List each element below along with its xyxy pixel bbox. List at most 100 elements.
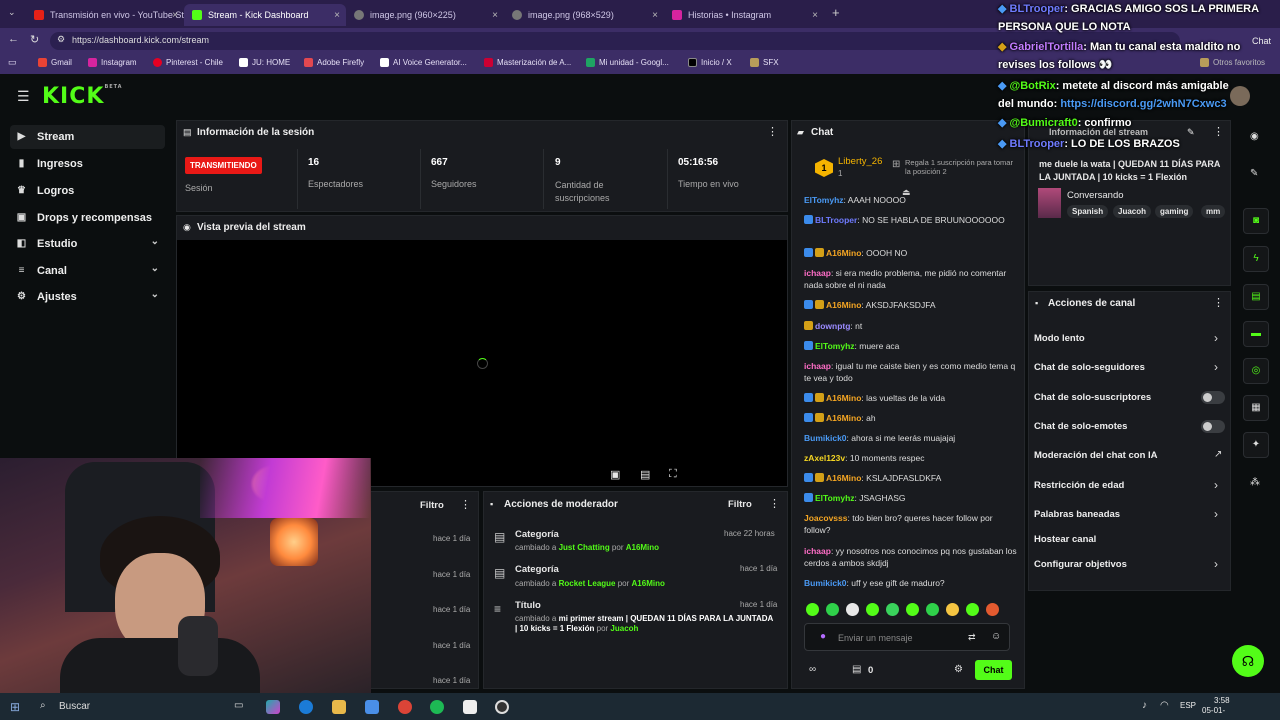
tab-image-2[interactable]: image.png (968×529) ×: [504, 4, 664, 26]
share-icon[interactable]: ⁂: [1250, 477, 1260, 488]
sidebar-item-stream[interactable]: ▶ Stream: [10, 125, 165, 149]
channel-action-slow-mode[interactable]: Modo lento: [1034, 333, 1224, 344]
external-link-icon[interactable]: ↗: [1214, 449, 1222, 460]
tab-youtube[interactable]: Transmisión en vivo - YouTube St... ×: [26, 4, 184, 26]
channel-action-goals[interactable]: Configurar objetivos: [1034, 559, 1224, 570]
channel-action-followers-only[interactable]: Chat de solo-seguidores: [1034, 362, 1224, 373]
wifi-icon[interactable]: ◠: [1160, 700, 1169, 711]
new-tab-button[interactable]: +: [832, 5, 840, 20]
quick-action-camera-icon[interactable]: ◙: [1243, 208, 1269, 234]
quick-action-layout-icon[interactable]: ▦: [1243, 395, 1269, 421]
translate-icon[interactable]: ⇄: [968, 632, 976, 643]
emote-icon[interactable]: [866, 603, 879, 616]
search-icon[interactable]: ⌕: [40, 700, 46, 711]
close-tab-icon[interactable]: ×: [652, 10, 658, 21]
emote-icon[interactable]: [946, 603, 959, 616]
emote-icon[interactable]: ☺: [991, 631, 1001, 642]
more-options-icon[interactable]: ⋮: [460, 498, 471, 511]
taskbar-app-spotify-icon[interactable]: [430, 700, 444, 714]
quick-action-tools-icon[interactable]: ✦: [1243, 432, 1269, 458]
channel-action-banned-words[interactable]: Palabras baneadas: [1034, 509, 1224, 520]
send-chat-button[interactable]: Chat: [975, 660, 1012, 680]
sidebar-item-estudio[interactable]: ◧ Estudio ⌄: [10, 232, 165, 256]
bookmark-gmail[interactable]: Gmail: [38, 58, 72, 67]
quick-action-chat-icon[interactable]: ▬: [1243, 321, 1269, 347]
channel-action-ai-moderation[interactable]: Moderación del chat con IA: [1034, 450, 1224, 461]
channel-action-emotes-only[interactable]: Chat de solo-emotes: [1034, 421, 1224, 432]
close-tab-icon[interactable]: ×: [812, 10, 818, 21]
quick-action-broadcast-icon[interactable]: ◎: [1243, 358, 1269, 384]
subs-only-toggle[interactable]: [1201, 391, 1225, 404]
volume-icon[interactable]: ♪: [1142, 700, 1147, 711]
close-tab-icon[interactable]: ×: [172, 10, 178, 21]
kick-logo[interactable]: KICKBETA: [42, 84, 123, 109]
windows-start-icon[interactable]: ⊞: [10, 700, 20, 714]
reload-icon[interactable]: ↻: [30, 33, 39, 46]
activity-filter-button[interactable]: Filtro: [420, 500, 444, 511]
edit-icon[interactable]: ✎: [1250, 168, 1258, 179]
emote-icon[interactable]: [846, 603, 859, 616]
support-button[interactable]: ☊: [1232, 645, 1264, 677]
mic-icon[interactable]: ●: [820, 631, 826, 642]
taskbar-app-explorer-icon[interactable]: [332, 700, 346, 714]
taskbar-app-copilot-icon[interactable]: [266, 700, 280, 714]
more-options-icon[interactable]: ⋮: [767, 125, 778, 138]
bookmark-pinterest[interactable]: Pinterest - Chile: [153, 58, 223, 67]
taskbar-search[interactable]: Buscar: [59, 701, 90, 712]
lang-indicator[interactable]: ESP: [1180, 701, 1196, 710]
chat-settings-icon[interactable]: ⚙: [954, 664, 963, 675]
chest-icon[interactable]: ▤: [852, 664, 861, 675]
tag[interactable]: Spanish: [1067, 205, 1109, 218]
tag[interactable]: gaming: [1155, 205, 1194, 218]
quick-action-flash-icon[interactable]: ϟ: [1243, 246, 1269, 272]
emote-icon[interactable]: [986, 603, 999, 616]
bookmark-sfx[interactable]: SFX: [750, 58, 779, 67]
taskbar-app-capcut-icon[interactable]: [463, 700, 477, 714]
tag[interactable]: Juacoh: [1113, 205, 1152, 218]
bookmark-adobe-firefly[interactable]: Adobe Firefly: [304, 58, 364, 67]
top-gifter-name[interactable]: Liberty_26: [838, 156, 882, 167]
more-options-icon[interactable]: ⋮: [769, 497, 780, 510]
taskbar-app-obs-icon[interactable]: [495, 700, 509, 714]
points-icon[interactable]: ∞: [809, 664, 816, 675]
close-tab-icon[interactable]: ×: [334, 10, 340, 21]
mod-filter-button[interactable]: Filtro: [728, 499, 752, 510]
reading-list-icon[interactable]: ▭: [8, 57, 17, 68]
chevron-right-icon[interactable]: ›: [1214, 478, 1218, 492]
emote-icon[interactable]: [826, 603, 839, 616]
tag[interactable]: mm: [1201, 205, 1226, 218]
bookmark-ju-home[interactable]: JU: HOME: [239, 58, 290, 67]
chevron-right-icon[interactable]: ›: [1214, 507, 1218, 521]
bookmark-ai-voice[interactable]: AI Voice Generator...: [380, 58, 467, 67]
clock-date[interactable]: 05-01-: [1202, 706, 1225, 715]
emote-icon[interactable]: [966, 603, 979, 616]
emotes-only-toggle[interactable]: [1201, 420, 1225, 433]
chevron-right-icon[interactable]: ›: [1214, 331, 1218, 345]
emote-icon[interactable]: [906, 603, 919, 616]
taskbar-app-chrome-icon[interactable]: [398, 700, 412, 714]
taskbar-app-edge-icon[interactable]: [299, 700, 313, 714]
menu-icon[interactable]: ☰: [17, 88, 30, 105]
channel-action-subs-only[interactable]: Chat de solo-suscriptores: [1034, 392, 1224, 403]
bookmark-google-drive[interactable]: Mi unidad - Googl...: [586, 58, 669, 67]
theater-mode-icon[interactable]: ▣: [610, 468, 620, 481]
channel-action-age-restriction[interactable]: Restricción de edad: [1034, 480, 1224, 491]
more-options-icon[interactable]: ⋮: [1213, 296, 1224, 309]
sidebar-item-canal[interactable]: ≡ Canal ⌄: [10, 259, 165, 283]
quick-action-notes-icon[interactable]: ▤: [1243, 284, 1269, 310]
emote-icon[interactable]: [926, 603, 939, 616]
tab-instagram[interactable]: Historias • Instagram ×: [664, 4, 824, 26]
popout-icon[interactable]: ▤: [640, 468, 650, 481]
emote-icon[interactable]: [806, 603, 819, 616]
close-tab-icon[interactable]: ×: [492, 10, 498, 21]
channel-action-host[interactable]: Hostear canal: [1034, 534, 1224, 545]
sidebar-item-ajustes[interactable]: ⚙ Ajustes ⌄: [10, 285, 165, 309]
sidebar-item-logros[interactable]: ♛ Logros: [10, 179, 165, 203]
bookmark-x[interactable]: Inicio / X: [688, 58, 732, 67]
clock-time[interactable]: 3:58: [1214, 696, 1230, 705]
task-view-icon[interactable]: ▭: [234, 700, 243, 711]
tab-kick-dashboard[interactable]: Stream - Kick Dashboard ×: [184, 4, 346, 26]
sidebar-item-ingresos[interactable]: ▮ Ingresos: [10, 152, 165, 176]
fullscreen-icon[interactable]: ⛶: [669, 468, 677, 481]
tab-image-1[interactable]: image.png (960×225) ×: [346, 4, 504, 26]
